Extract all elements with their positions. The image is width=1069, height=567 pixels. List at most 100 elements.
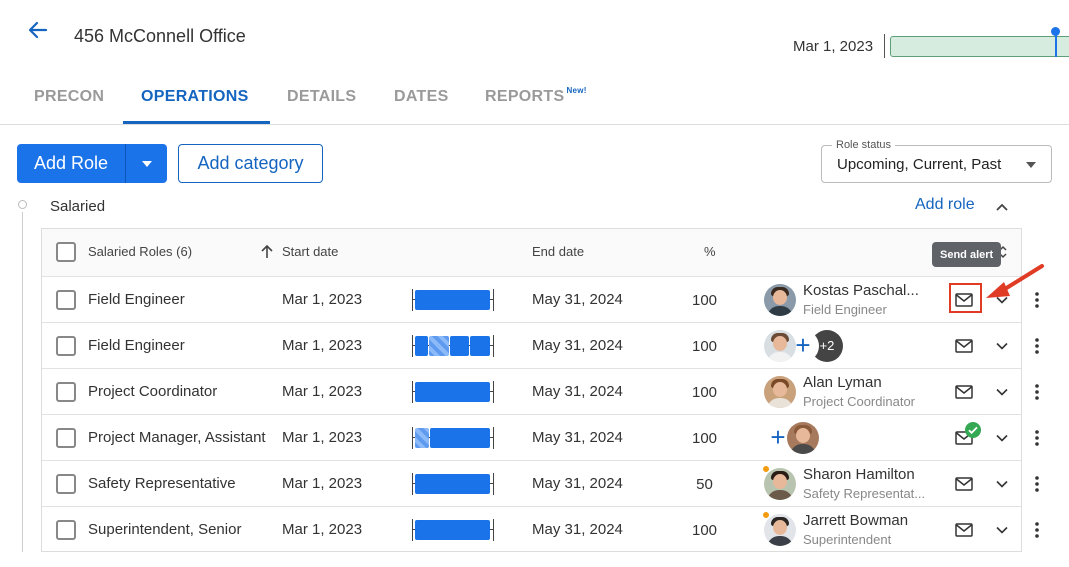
start-date: Mar 1, 2023	[282, 521, 363, 538]
chevron-down-icon[interactable]	[996, 342, 1008, 350]
back-arrow-icon[interactable]	[24, 16, 52, 44]
avatar[interactable]	[764, 468, 796, 500]
tab-reports-label: REPORTS	[485, 88, 565, 105]
timeline-bar[interactable]	[890, 36, 1069, 57]
tab-dates[interactable]: DATES	[394, 88, 449, 106]
header-end-date[interactable]: End date	[532, 244, 584, 259]
avatar[interactable]	[764, 514, 796, 546]
role-name: Safety Representative	[88, 475, 236, 492]
role-gantt-bar	[412, 289, 494, 311]
allocation-percent: 100	[691, 522, 718, 539]
row-checkbox[interactable]	[56, 382, 76, 402]
table-row[interactable]: Safety Representative Mar 1, 2023 May 31…	[42, 460, 1039, 506]
avatar[interactable]	[764, 330, 796, 362]
more-vertical-icon[interactable]	[1035, 384, 1039, 400]
mail-icon[interactable]	[955, 523, 973, 537]
table-row[interactable]: Superintendent, Senior Mar 1, 2023 May 3…	[42, 506, 1039, 552]
sort-arrow-up-icon[interactable]	[260, 244, 274, 259]
avatar[interactable]	[787, 422, 819, 454]
page-title: 456 McConnell Office	[74, 26, 246, 46]
end-date: May 31, 2024	[532, 337, 623, 354]
row-checkbox[interactable]	[56, 520, 76, 540]
end-date: May 31, 2024	[532, 475, 623, 492]
table-row[interactable]: Project Manager, Assistant Mar 1, 2023 M…	[42, 414, 1039, 460]
assignee-name[interactable]: Sharon Hamilton	[803, 466, 915, 483]
role-name: Project Coordinator	[88, 383, 218, 400]
new-badge: New!	[566, 86, 587, 95]
highlight-box	[949, 283, 982, 313]
allocation-percent: 100	[691, 338, 718, 355]
role-gantt-bar	[412, 381, 494, 403]
start-date: Mar 1, 2023	[282, 475, 363, 492]
roles-table: Salaried Roles (6) Start date End date %…	[41, 228, 1039, 552]
assignee-name[interactable]: Kostas Paschal...	[803, 282, 919, 299]
role-gantt-bar	[412, 427, 494, 449]
role-name: Superintendent, Senior	[88, 521, 242, 538]
assignee-name[interactable]: Alan Lyman	[803, 374, 882, 391]
tab-details[interactable]: DETAILS	[287, 88, 356, 106]
more-vertical-icon[interactable]	[1035, 338, 1039, 354]
end-date: May 31, 2024	[532, 291, 623, 308]
select-all-checkbox[interactable]	[56, 242, 76, 262]
allocation-percent: 50	[696, 476, 713, 493]
chevron-down-icon[interactable]	[996, 434, 1008, 442]
gantt-segment	[415, 520, 490, 540]
mail-icon[interactable]	[955, 385, 973, 399]
annotation-arrow-icon	[986, 264, 1044, 298]
more-vertical-icon[interactable]	[1035, 522, 1039, 538]
add-role-button[interactable]: Add Role	[17, 144, 126, 183]
tab-reports[interactable]: REPORTS New!	[485, 86, 587, 106]
avatar[interactable]	[764, 376, 796, 408]
header-roles[interactable]: Salaried Roles (6)	[88, 244, 192, 259]
table-row[interactable]: Project Coordinator Mar 1, 2023 May 31, …	[42, 368, 1039, 414]
add-category-button[interactable]: Add category	[178, 144, 323, 183]
gantt-segment	[415, 336, 428, 356]
assignee-role: Safety Representat...	[803, 486, 926, 501]
role-status-label: Role status	[832, 139, 896, 151]
end-date: May 31, 2024	[532, 383, 623, 400]
more-vertical-icon[interactable]	[1035, 476, 1039, 492]
caret-down-icon	[1026, 162, 1036, 168]
table-header-row: Salaried Roles (6) Start date End date %	[42, 229, 1021, 276]
status-dot	[762, 511, 770, 519]
gantt-segment	[470, 336, 490, 356]
check-circle-icon	[965, 422, 981, 438]
header-start-date[interactable]: Start date	[282, 244, 338, 259]
tab-precon[interactable]: PRECON	[34, 88, 104, 106]
chevron-down-icon[interactable]	[996, 526, 1008, 534]
status-dot	[762, 465, 770, 473]
role-name: Field Engineer	[88, 291, 185, 308]
chevron-down-icon[interactable]	[996, 480, 1008, 488]
tab-operations[interactable]: OPERATIONS	[141, 88, 249, 106]
role-status-value: Upcoming, Current, Past	[837, 156, 1002, 173]
role-status-select[interactable]: Role status Upcoming, Current, Past	[821, 139, 1052, 183]
more-vertical-icon[interactable]	[1035, 430, 1039, 446]
start-date: Mar 1, 2023	[282, 383, 363, 400]
start-date: Mar 1, 2023	[282, 429, 363, 446]
start-date: Mar 1, 2023	[282, 291, 363, 308]
role-name: Project Manager, Assistant	[88, 429, 266, 446]
gantt-segment	[429, 336, 449, 356]
add-role-link[interactable]: Add role	[915, 196, 975, 214]
allocation-percent: 100	[691, 384, 718, 401]
avatar[interactable]	[764, 284, 796, 316]
row-checkbox[interactable]	[56, 474, 76, 494]
table-row[interactable]: Field Engineer Mar 1, 2023 May 31, 2024 …	[42, 322, 1039, 368]
table-row[interactable]: Field Engineer Mar 1, 2023 May 31, 2024 …	[42, 276, 1039, 322]
mail-icon[interactable]	[955, 339, 973, 353]
row-checkbox[interactable]	[56, 428, 76, 448]
header-percent[interactable]: %	[704, 244, 716, 259]
role-gantt-bar	[412, 335, 494, 357]
add-role-dropdown-button[interactable]	[126, 144, 167, 183]
mail-icon[interactable]	[955, 477, 973, 491]
row-checkbox[interactable]	[56, 290, 76, 310]
chevron-up-icon[interactable]	[995, 199, 1009, 217]
assignee-role: Project Coordinator	[803, 394, 915, 409]
chevron-down-icon[interactable]	[996, 388, 1008, 396]
start-date: Mar 1, 2023	[282, 337, 363, 354]
assignee-name[interactable]: Jarrett Bowman	[803, 512, 908, 529]
allocation-percent: 100	[691, 430, 718, 447]
timeline-today-dot	[1051, 27, 1060, 36]
row-checkbox[interactable]	[56, 336, 76, 356]
end-date: May 31, 2024	[532, 521, 623, 538]
